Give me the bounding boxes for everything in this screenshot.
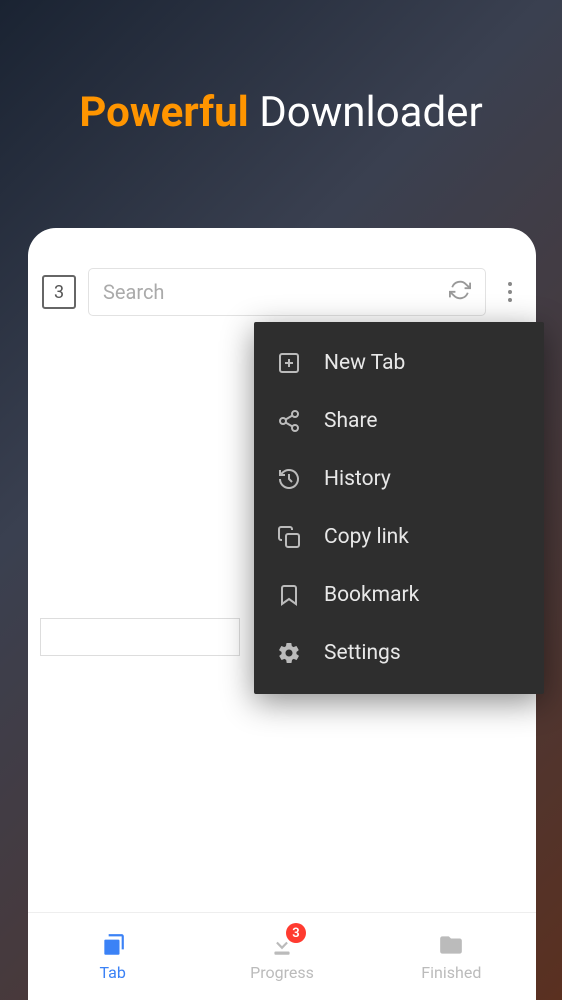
headline-accent: Powerful — [79, 88, 248, 137]
gear-icon — [276, 640, 302, 666]
overflow-menu: New Tab Share History Copy link Bookmark — [254, 322, 544, 694]
plus-box-icon — [276, 350, 302, 376]
search-input[interactable]: Search — [88, 268, 486, 316]
copy-icon — [276, 524, 302, 550]
progress-badge: 3 — [286, 923, 306, 943]
app-window: 3 Search New Tab Share — [28, 228, 536, 1000]
menu-item-bookmark[interactable]: Bookmark — [254, 566, 544, 624]
menu-item-label: Share — [324, 409, 378, 433]
refresh-icon[interactable] — [449, 279, 471, 306]
nav-finished[interactable]: Finished — [367, 913, 536, 1000]
share-icon — [276, 408, 302, 434]
tabs-icon — [99, 931, 127, 959]
menu-item-label: Bookmark — [324, 583, 419, 607]
menu-item-copy-link[interactable]: Copy link — [254, 508, 544, 566]
headline: Powerful Downloader — [0, 0, 562, 177]
menu-item-history[interactable]: History — [254, 450, 544, 508]
bottom-nav: Tab 3 Progress Finished — [28, 912, 536, 1000]
browser-bar: 3 Search — [28, 228, 536, 332]
nav-progress[interactable]: 3 Progress — [197, 913, 366, 1000]
menu-item-new-tab[interactable]: New Tab — [254, 334, 544, 392]
more-menu-button[interactable] — [498, 282, 522, 302]
headline-rest: Downloader — [259, 88, 482, 137]
address-input[interactable] — [40, 618, 240, 656]
menu-item-settings[interactable]: Settings — [254, 624, 544, 682]
dot-icon — [508, 298, 512, 302]
tab-count-button[interactable]: 3 — [42, 275, 76, 309]
nav-tab[interactable]: Tab — [28, 913, 197, 1000]
dot-icon — [508, 282, 512, 286]
nav-label: Progress — [250, 963, 314, 982]
menu-item-share[interactable]: Share — [254, 392, 544, 450]
nav-label: Finished — [421, 963, 481, 982]
folder-icon — [437, 931, 465, 959]
menu-item-label: New Tab — [324, 351, 405, 375]
tab-count-value: 3 — [54, 282, 64, 303]
menu-item-label: Copy link — [324, 525, 409, 549]
search-placeholder: Search — [103, 280, 449, 304]
menu-item-label: Settings — [324, 641, 401, 665]
menu-item-label: History — [324, 467, 391, 491]
nav-label: Tab — [99, 963, 125, 982]
dot-icon — [508, 290, 512, 294]
history-icon — [276, 466, 302, 492]
bookmark-icon — [276, 582, 302, 608]
